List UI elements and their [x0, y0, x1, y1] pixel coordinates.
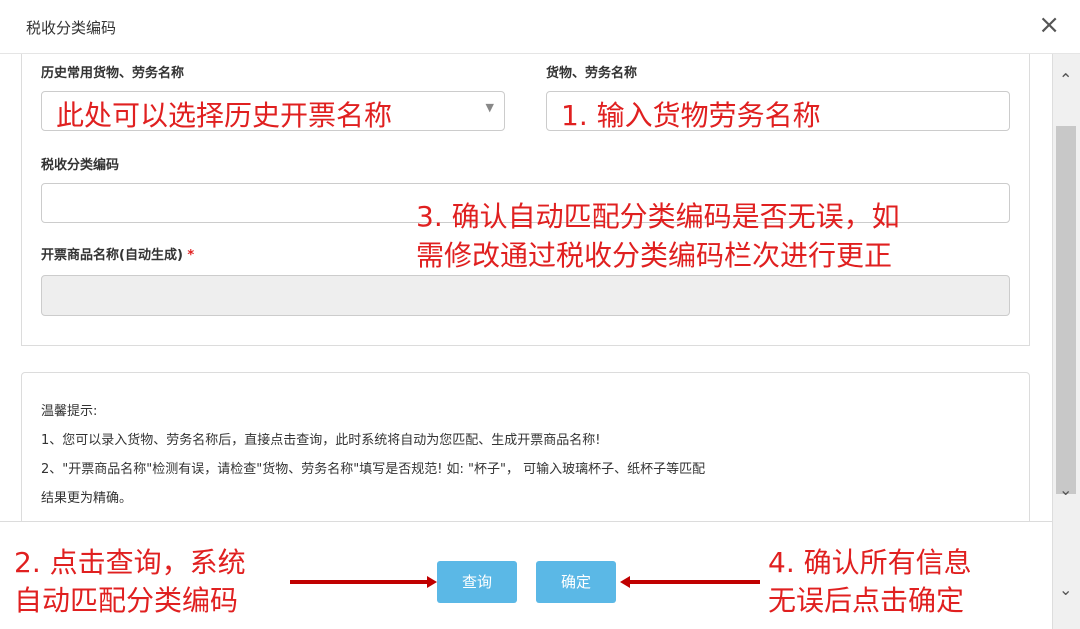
annotation-step3-line2: 需修改通过税收分类编码栏次进行更正 — [416, 239, 893, 272]
tips-panel: 温馨提示: 1、您可以录入货物、劳务名称后，直接点击查询，此时系统将自动为您匹配… — [21, 372, 1030, 521]
tips-text: 温馨提示: 1、您可以录入货物、劳务名称后，直接点击查询，此时系统将自动为您匹配… — [41, 397, 1011, 513]
dialog-title: 税收分类编码 — [26, 19, 117, 37]
close-icon[interactable]: × — [1038, 10, 1060, 40]
dialog-footer: 2. 点击查询，系统 自动匹配分类编码 查询 确定 4. 确认所有信息 无误后点… — [0, 521, 1052, 629]
goods-name-input[interactable]: 1. 输入货物劳务名称 — [546, 91, 1010, 132]
arrow-right-icon — [427, 576, 437, 588]
tips-line-3: 结果更为精确。 — [41, 491, 133, 506]
history-label: 历史常用货物、劳务名称 — [41, 66, 185, 81]
annotation-step4-line2: 无误后点击确定 — [768, 584, 965, 617]
goods-name-value: 1. 输入货物劳务名称 — [561, 99, 821, 132]
scrollbar-thumb[interactable] — [1056, 126, 1076, 494]
history-select-value: 此处可以选择历史开票名称 — [56, 99, 393, 132]
required-mark: * — [187, 248, 195, 263]
tips-line-1: 1、您可以录入货物、劳务名称后，直接点击查询，此时系统将自动为您匹配、生成开票商… — [41, 433, 601, 448]
arrow-left-icon — [620, 576, 630, 588]
history-name-select[interactable]: 此处可以选择历史开票名称 ▼ — [41, 91, 505, 132]
arrow-to-confirm — [630, 580, 760, 584]
arrow-to-query — [290, 580, 428, 584]
annotation-step2-line1: 2. 点击查询，系统 — [14, 546, 246, 579]
scroll-down-icon[interactable]: ⌄ — [1059, 480, 1072, 499]
vertical-scrollbar[interactable]: ⌃ ⌄ ⌄ — [1052, 54, 1080, 629]
footer-scroll-down-icon[interactable]: ⌄ — [1059, 580, 1072, 599]
product-name-label: 开票商品名称(自动生成) * — [41, 244, 194, 263]
query-button[interactable]: 查询 — [437, 561, 517, 603]
dialog-titlebar: 税收分类编码 × — [0, 0, 1080, 54]
chevron-down-icon: ▼ — [485, 101, 494, 114]
scroll-up-icon[interactable]: ⌃ — [1059, 70, 1072, 89]
tax-code-label: 税收分类编码 — [41, 158, 120, 173]
dialog-content: 历史常用货物、劳务名称 此处可以选择历史开票名称 ▼ 货物、劳务名称 1. 输入… — [0, 54, 1052, 521]
annotation-step2-line2: 自动匹配分类编码 — [14, 584, 239, 617]
confirm-button[interactable]: 确定 — [536, 561, 616, 603]
goods-name-label: 货物、劳务名称 — [546, 66, 638, 81]
tips-line-2: 2、"开票商品名称"检测有误，请检查"货物、劳务名称"填写是否规范! 如: "杯… — [41, 462, 706, 477]
tips-title: 温馨提示: — [41, 404, 98, 419]
annotation-step3-line1: 3. 确认自动匹配分类编码是否无误，如 — [416, 200, 900, 233]
product-name-label-text: 开票商品名称(自动生成) — [41, 248, 183, 263]
product-name-input — [41, 275, 1010, 316]
annotation-step4-line1: 4. 确认所有信息 — [768, 546, 972, 579]
